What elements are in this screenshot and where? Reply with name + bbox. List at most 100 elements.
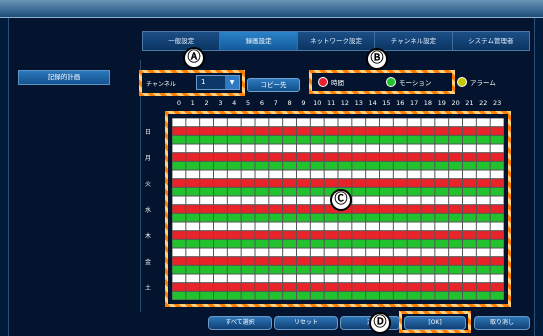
schedule-cell[interactable] (421, 118, 435, 127)
schedule-cell[interactable] (269, 291, 283, 300)
schedule-cell[interactable] (241, 274, 255, 283)
schedule-cell[interactable] (476, 274, 490, 283)
schedule-cell[interactable] (269, 231, 283, 239)
schedule-cell[interactable] (297, 205, 310, 213)
schedule-cell[interactable] (255, 248, 269, 257)
schedule-cell[interactable] (463, 291, 476, 300)
tab-channel[interactable]: チャンネル設定 (375, 32, 453, 50)
schedule-cell[interactable] (214, 265, 227, 274)
schedule-cell[interactable] (186, 257, 200, 265)
schedule-cell[interactable] (393, 205, 407, 213)
schedule-cell[interactable] (186, 161, 200, 170)
schedule-cell[interactable] (200, 196, 213, 205)
schedule-cell[interactable] (283, 170, 296, 179)
schedule-cell[interactable] (435, 144, 449, 153)
schedule-cell[interactable] (490, 265, 504, 274)
schedule-cell[interactable] (200, 248, 213, 257)
schedule-cell[interactable] (200, 135, 213, 144)
schedule-cell[interactable] (435, 179, 449, 187)
schedule-cell[interactable] (338, 265, 352, 274)
channel-select[interactable]: 1 ▼ (196, 75, 240, 90)
copy-to-button[interactable]: コピー先 (247, 78, 300, 92)
schedule-cell[interactable] (324, 239, 338, 248)
schedule-cell[interactable] (310, 231, 324, 239)
schedule-cell[interactable] (463, 127, 476, 135)
schedule-cell[interactable] (463, 283, 476, 291)
schedule-cell[interactable] (393, 248, 407, 257)
schedule-cell[interactable] (324, 274, 338, 283)
schedule-cell[interactable] (227, 231, 241, 239)
schedule-cell[interactable] (324, 153, 338, 161)
schedule-cell[interactable] (297, 239, 310, 248)
schedule-cell[interactable] (407, 231, 421, 239)
schedule-cell[interactable] (407, 283, 421, 291)
schedule-cell[interactable] (435, 205, 449, 213)
schedule-cell[interactable] (227, 274, 241, 283)
schedule-cell[interactable] (269, 205, 283, 213)
schedule-cell[interactable] (186, 231, 200, 239)
schedule-cell[interactable] (214, 196, 227, 205)
schedule-cell[interactable] (338, 127, 352, 135)
schedule-cell[interactable] (283, 127, 296, 135)
schedule-cell[interactable] (421, 274, 435, 283)
schedule-cell[interactable] (366, 170, 379, 179)
schedule-cell[interactable] (476, 291, 490, 300)
schedule-cell[interactable] (200, 153, 213, 161)
schedule-cell[interactable] (172, 283, 186, 291)
schedule-cell[interactable] (435, 153, 449, 161)
schedule-cell[interactable] (310, 239, 324, 248)
schedule-cell[interactable] (255, 161, 269, 170)
schedule-cell[interactable] (449, 170, 462, 179)
schedule-cell[interactable] (172, 239, 186, 248)
schedule-cell[interactable] (227, 196, 241, 205)
schedule-cell[interactable] (297, 222, 310, 231)
schedule-cell[interactable] (227, 187, 241, 196)
schedule-cell[interactable] (338, 118, 352, 127)
schedule-cell[interactable] (269, 118, 283, 127)
schedule-cell[interactable] (227, 222, 241, 231)
schedule-cell[interactable] (338, 213, 352, 222)
schedule-cell[interactable] (380, 291, 393, 300)
schedule-cell[interactable] (297, 135, 310, 144)
schedule-cell[interactable] (449, 118, 462, 127)
tab-system-admin[interactable]: システム管理者 (452, 32, 530, 50)
schedule-cell[interactable] (463, 205, 476, 213)
schedule-cell[interactable] (227, 265, 241, 274)
schedule-cell[interactable] (380, 179, 393, 187)
schedule-cell[interactable] (463, 153, 476, 161)
schedule-cell[interactable] (421, 265, 435, 274)
schedule-cell[interactable] (310, 144, 324, 153)
schedule-cell[interactable] (241, 161, 255, 170)
schedule-cell[interactable] (463, 265, 476, 274)
schedule-cell[interactable] (435, 231, 449, 239)
schedule-cell[interactable] (172, 144, 186, 153)
schedule-cell[interactable] (297, 291, 310, 300)
schedule-cell[interactable] (490, 144, 504, 153)
schedule-cell[interactable] (476, 144, 490, 153)
schedule-cell[interactable] (172, 291, 186, 300)
schedule-cell[interactable] (255, 144, 269, 153)
schedule-cell[interactable] (297, 213, 310, 222)
schedule-cell[interactable] (393, 274, 407, 283)
schedule-cell[interactable] (352, 265, 366, 274)
schedule-cell[interactable] (269, 127, 283, 135)
schedule-cell[interactable] (338, 161, 352, 170)
schedule-cell[interactable] (200, 213, 213, 222)
schedule-cell[interactable] (393, 257, 407, 265)
schedule-cell[interactable] (490, 291, 504, 300)
schedule-cell[interactable] (200, 291, 213, 300)
schedule-cell[interactable] (490, 213, 504, 222)
schedule-cell[interactable] (297, 153, 310, 161)
schedule-cell[interactable] (380, 231, 393, 239)
schedule-cell[interactable] (324, 135, 338, 144)
schedule-cell[interactable] (310, 205, 324, 213)
schedule-cell[interactable] (366, 187, 379, 196)
schedule-cell[interactable] (324, 265, 338, 274)
schedule-cell[interactable] (200, 274, 213, 283)
schedule-cell[interactable] (407, 274, 421, 283)
schedule-cell[interactable] (449, 179, 462, 187)
schedule-cell[interactable] (449, 291, 462, 300)
schedule-cell[interactable] (421, 170, 435, 179)
schedule-cell[interactable] (269, 170, 283, 179)
schedule-cell[interactable] (393, 231, 407, 239)
